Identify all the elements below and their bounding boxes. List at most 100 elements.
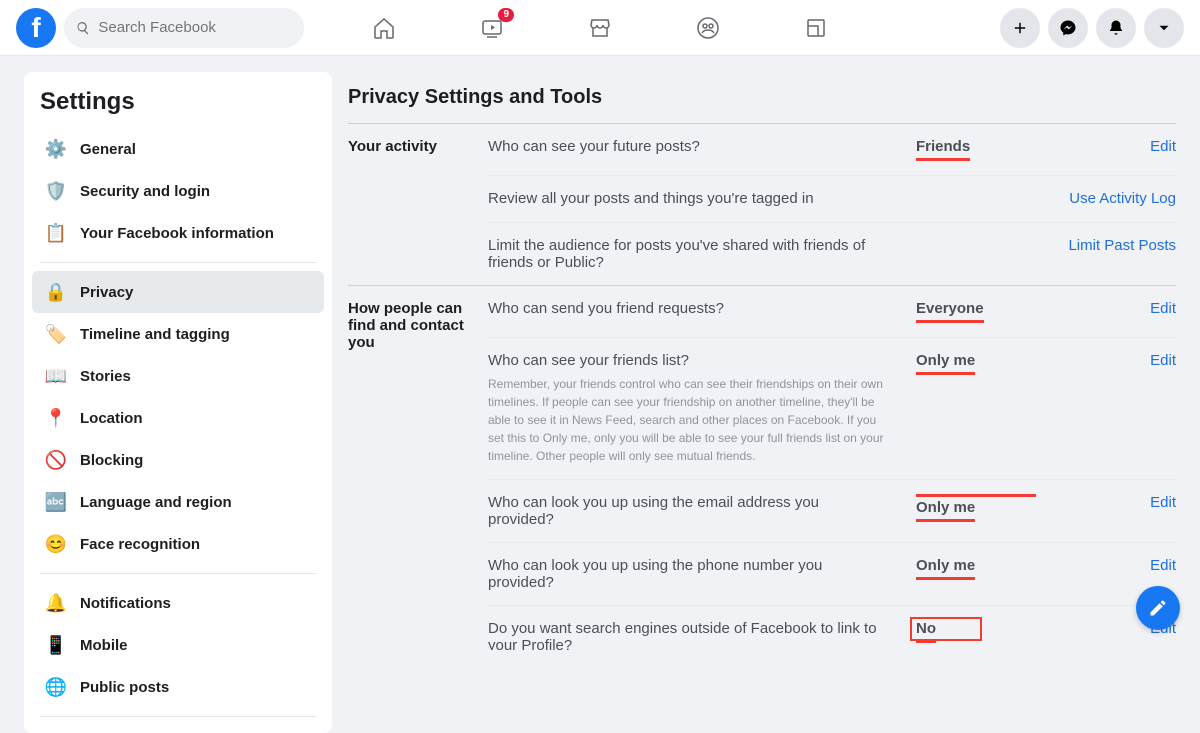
setting-label: Who can send you friend requests? — [488, 300, 886, 317]
sidebar: Settings ⚙️ General 🛡️ Security and logi… — [0, 56, 340, 650]
sidebar-item-mobile[interactable]: 📱 Mobile — [32, 624, 324, 666]
page-title: Privacy Settings and Tools — [348, 80, 1176, 124]
nav-marketplace[interactable] — [586, 14, 614, 42]
sidebar-item-privacy[interactable]: 🔒 Privacy — [32, 271, 324, 313]
topbar-actions — [1000, 8, 1184, 48]
sidebar-item-label: Blocking — [80, 452, 143, 469]
sidebar-item-label: Privacy — [80, 284, 133, 301]
sidebar-title: Settings — [24, 80, 332, 128]
sidebar-separator — [40, 262, 316, 263]
messenger-button[interactable] — [1048, 8, 1088, 48]
sidebar-item-location[interactable]: 📍 Location — [32, 397, 324, 439]
sidebar-item-label: Language and region — [80, 494, 232, 511]
sidebar-item-language[interactable]: 🔤 Language and region — [32, 481, 324, 523]
sidebar-item-security[interactable]: 🛡️ Security and login — [32, 170, 324, 212]
nav-gaming[interactable] — [802, 14, 830, 42]
language-icon: 🔤 — [44, 490, 68, 514]
sidebar-item-face[interactable]: 😊 Face recognition — [32, 523, 324, 565]
create-button[interactable] — [1000, 8, 1040, 48]
sidebar-item-stories[interactable]: 📖 Stories — [32, 355, 324, 397]
setting-label: Do you want search engines outside of Fa… — [488, 620, 886, 650]
setting-sublabel: Remember, your friends control who can s… — [488, 375, 886, 465]
messenger-icon — [1059, 19, 1077, 37]
facebook-logo[interactable]: f — [16, 8, 56, 48]
sidebar-item-label: Notifications — [80, 595, 171, 612]
setting-label: Who can look you up using the email addr… — [488, 494, 886, 528]
watch-badge: 9 — [498, 8, 514, 22]
nav-groups[interactable] — [694, 14, 722, 42]
main-content: Privacy Settings and Tools Your activity… — [340, 56, 1200, 650]
setting-value: Everyone — [916, 300, 984, 323]
gaming-icon — [804, 16, 828, 40]
marketplace-icon — [588, 16, 612, 40]
shield-icon: 🛡️ — [44, 179, 68, 203]
nav-home[interactable] — [370, 14, 398, 42]
setting-row: Who can send you friend requests? Everyo… — [488, 286, 1176, 337]
sidebar-item-label: Security and login — [80, 183, 210, 200]
mobile-icon: 📱 — [44, 633, 68, 657]
setting-value: Only me — [916, 499, 975, 522]
groups-icon — [696, 16, 720, 40]
sidebar-item-label: General — [80, 141, 136, 158]
home-icon — [372, 16, 396, 40]
sidebar-item-general[interactable]: ⚙️ General — [32, 128, 324, 170]
setting-value: Only me — [916, 557, 975, 580]
book-icon: 📖 — [44, 364, 68, 388]
account-button[interactable] — [1144, 8, 1184, 48]
sidebar-item-label: Location — [80, 410, 143, 427]
gear-icon: ⚙️ — [44, 137, 68, 161]
sidebar-item-label: Timeline and tagging — [80, 326, 230, 343]
top-nav: 9 — [370, 14, 830, 42]
plus-icon — [1011, 19, 1029, 37]
chevron-down-icon — [1155, 19, 1173, 37]
tag-icon: 🏷️ — [44, 322, 68, 346]
section-title: Your activity — [348, 124, 488, 285]
edit-link[interactable]: Edit — [1150, 352, 1176, 369]
notifications-button[interactable] — [1096, 8, 1136, 48]
sidebar-item-label: Stories — [80, 368, 131, 385]
globe-icon: 🌐 — [44, 675, 68, 699]
edit-link[interactable]: Edit — [1150, 138, 1176, 155]
sidebar-separator — [40, 716, 316, 717]
section-title: How people can find and contact you — [348, 286, 488, 650]
nav-watch[interactable]: 9 — [478, 14, 506, 42]
pin-icon: 📍 — [44, 406, 68, 430]
bell-icon: 🔔 — [44, 591, 68, 615]
setting-row: Limit the audience for posts you've shar… — [488, 222, 1176, 285]
edit-link[interactable]: Edit — [1150, 300, 1176, 317]
sidebar-item-public-posts[interactable]: 🌐 Public posts — [32, 666, 324, 708]
setting-row: Do you want search engines outside of Fa… — [488, 605, 1176, 650]
lock-icon: 🔒 — [44, 280, 68, 304]
sidebar-item-your-info[interactable]: 📋 Your Facebook information — [32, 212, 324, 254]
setting-label: Who can see your future posts? — [488, 138, 886, 155]
info-icon: 📋 — [44, 221, 68, 245]
sidebar-item-blocking[interactable]: 🚫 Blocking — [32, 439, 324, 481]
search-input[interactable] — [98, 19, 292, 36]
compose-fab[interactable] — [1136, 586, 1180, 630]
highlight-box — [910, 617, 982, 641]
section-contact: How people can find and contact you Who … — [348, 286, 1176, 650]
edit-link[interactable]: Edit — [1150, 557, 1176, 574]
setting-row: Who can look you up using the phone numb… — [488, 542, 1176, 605]
search-icon — [76, 20, 90, 36]
sidebar-separator — [40, 573, 316, 574]
sidebar-item-label: Face recognition — [80, 536, 200, 553]
sidebar-item-notifications[interactable]: 🔔 Notifications — [32, 582, 324, 624]
limit-posts-link[interactable]: Limit Past Posts — [1068, 237, 1176, 254]
sidebar-item-timeline[interactable]: 🏷️ Timeline and tagging — [32, 313, 324, 355]
setting-label: Review all your posts and things you're … — [488, 190, 886, 207]
edit-link[interactable]: Edit — [1150, 494, 1176, 511]
top-bar: f 9 — [0, 0, 1200, 56]
sidebar-item-label: Mobile — [80, 637, 128, 654]
section-your-activity: Your activity Who can see your future po… — [348, 124, 1176, 286]
setting-label: Limit the audience for posts you've shar… — [488, 237, 886, 271]
setting-row: Who can see your future posts? Friends E… — [488, 124, 1176, 175]
setting-value: Only me — [916, 352, 975, 375]
block-icon: 🚫 — [44, 448, 68, 472]
search-box[interactable] — [64, 8, 304, 48]
bell-icon — [1107, 19, 1125, 37]
face-icon: 😊 — [44, 532, 68, 556]
sidebar-item-label: Your Facebook information — [80, 225, 274, 242]
setting-row: Review all your posts and things you're … — [488, 175, 1176, 222]
activity-log-link[interactable]: Use Activity Log — [1069, 190, 1176, 207]
